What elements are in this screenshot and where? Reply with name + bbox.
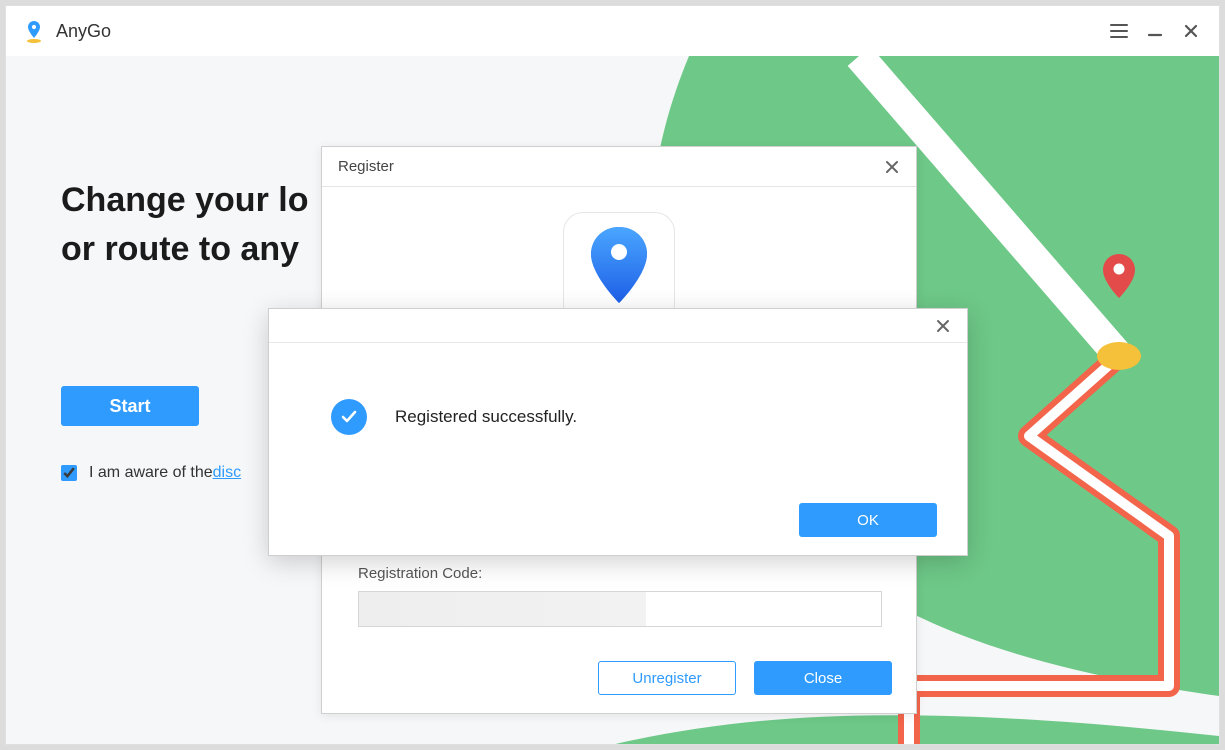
titlebar: AnyGo	[6, 6, 1219, 56]
close-window-button[interactable]	[1173, 13, 1209, 49]
success-dialog: Registered successfully. OK	[268, 308, 968, 556]
register-dialog-close-button[interactable]	[878, 153, 906, 181]
app-window: AnyGo	[5, 5, 1220, 745]
hero-line1: Change your lo	[61, 181, 308, 219]
success-dialog-close-button[interactable]	[929, 312, 957, 340]
hero-headline: Change your lo or route to any	[61, 176, 308, 275]
success-dialog-top	[269, 309, 967, 343]
disclaimer-checkbox[interactable]	[61, 465, 77, 481]
register-dialog-header: Register	[322, 147, 916, 187]
minimize-button[interactable]	[1137, 13, 1173, 49]
register-dialog-buttons: Unregister Close	[598, 661, 892, 695]
check-circle-icon	[331, 399, 367, 435]
disclaimer-text: I am aware of the	[89, 464, 213, 482]
success-body: Registered successfully.	[331, 399, 577, 435]
unregister-button[interactable]: Unregister	[598, 661, 736, 695]
registration-code-label: Registration Code:	[358, 565, 482, 582]
menu-button[interactable]	[1101, 13, 1137, 49]
disclaimer-row: I am aware of the disc	[61, 464, 241, 482]
hero-line2: or route to any	[61, 230, 299, 268]
start-button[interactable]: Start	[61, 386, 199, 426]
location-pin-icon	[589, 227, 649, 310]
main-area: Change your lo or route to any Start I a…	[6, 56, 1219, 744]
success-ok-button[interactable]: OK	[799, 503, 937, 537]
registration-code-input[interactable]	[358, 591, 882, 627]
app-title: AnyGo	[56, 21, 111, 42]
app-logo-icon	[22, 19, 46, 43]
register-dialog-title: Register	[338, 158, 394, 175]
register-close-button[interactable]: Close	[754, 661, 892, 695]
success-message: Registered successfully.	[395, 407, 577, 427]
disclaimer-link[interactable]: disc	[213, 464, 241, 482]
